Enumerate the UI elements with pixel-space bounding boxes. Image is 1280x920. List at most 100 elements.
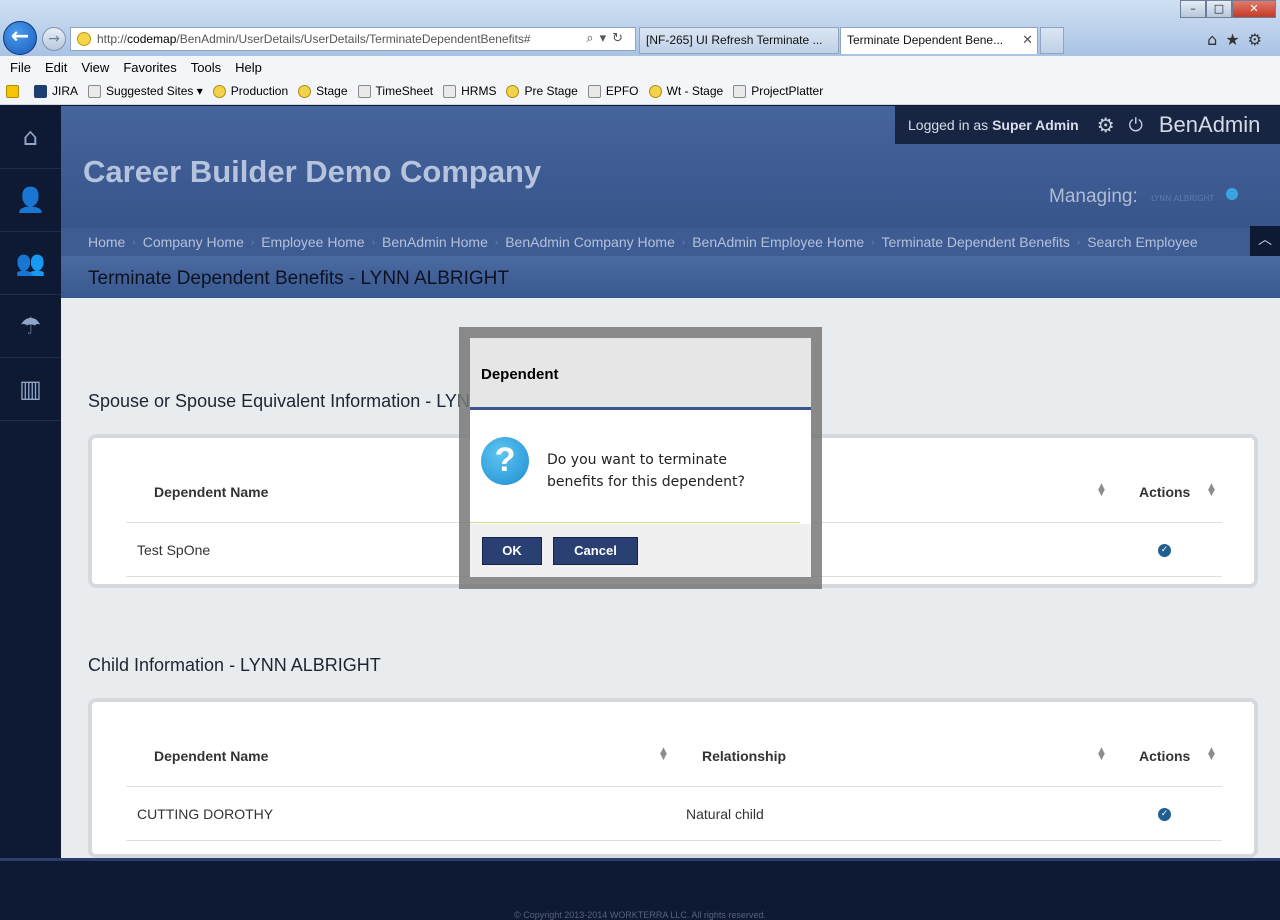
copyright: © Copyright 2013-2014 WORKTERRA LLC. All… — [514, 910, 766, 920]
breadcrumb-company-home[interactable]: Company Home — [143, 234, 244, 250]
tab-terminate-dependent[interactable]: Terminate Dependent Bene... ✕ — [840, 27, 1038, 54]
home-icon[interactable]: ⌂ — [1207, 30, 1225, 49]
footer: © Copyright 2013-2014 WORKTERRA LLC. All… — [0, 858, 1280, 920]
page-title-bar: Terminate Dependent Benefits - LYNN ALBR… — [61, 256, 1280, 298]
question-icon: ? — [481, 437, 529, 485]
breadcrumb-separator: › — [371, 236, 376, 248]
site-icon — [212, 84, 226, 98]
breadcrumb: Home › Company Home › Employee Home › BenAd… — [61, 228, 1250, 256]
sort-icon[interactable]: ▲ ▼ — [1208, 747, 1215, 762]
star-icon[interactable]: ★ — [1225, 30, 1247, 49]
maximize-button[interactable]: □ — [1206, 0, 1232, 18]
terminate-check-icon[interactable]: ✓ — [1158, 544, 1171, 557]
menu-file[interactable]: File — [10, 60, 31, 75]
relationship-cell: Natural child — [686, 806, 764, 822]
window-controls: – □ ✕ — [1180, 0, 1276, 18]
favorites-star[interactable] — [6, 84, 24, 98]
new-tab-button[interactable] — [1040, 27, 1064, 54]
ok-button[interactable]: OK — [482, 537, 542, 565]
breadcrumb-employee-home[interactable]: Employee Home — [261, 234, 365, 250]
minimize-button[interactable]: – — [1180, 0, 1206, 18]
sort-icon[interactable]: ▲ ▼ — [1098, 747, 1105, 762]
nav-home[interactable]: ⌂ — [0, 106, 61, 169]
col-actions[interactable]: Actions — [1139, 748, 1190, 764]
fav-wt-stage[interactable]: Wt - Stage — [648, 84, 723, 98]
fav-epfo[interactable]: EPFO — [587, 84, 639, 98]
fav-stage[interactable]: Stage — [298, 84, 348, 98]
menu-edit[interactable]: Edit — [45, 60, 67, 75]
gear-icon[interactable]: ⚙ — [1248, 30, 1270, 49]
sort-icon[interactable]: ▲ ▼ — [1098, 483, 1105, 498]
fav-production[interactable]: Production — [212, 84, 288, 98]
power-icon[interactable]: ⏻ — [1129, 115, 1143, 136]
sort-icon[interactable]: ▲ ▼ — [1208, 483, 1215, 498]
breadcrumb-separator: › — [1076, 236, 1081, 248]
address-url[interactable]: http://codemap/BenAdmin/UserDetails/User… — [97, 32, 531, 46]
fav-hrms[interactable]: HRMS — [443, 84, 496, 98]
back-button[interactable]: ← — [3, 21, 37, 55]
breadcrumb-separator: › — [494, 236, 499, 248]
address-bar[interactable]: http://codemap/BenAdmin/UserDetails/User… — [70, 27, 636, 51]
dialog-title: Dependent — [481, 366, 559, 383]
forward-button[interactable]: → — [42, 27, 66, 51]
breadcrumb-terminate-dependent-benefits[interactable]: Terminate Dependent Benefits — [882, 234, 1070, 250]
menu-tools[interactable]: Tools — [191, 60, 221, 75]
breadcrumb-benadmin-employee-home[interactable]: BenAdmin Employee Home — [692, 234, 864, 250]
page-icon — [357, 84, 371, 98]
page-title: Terminate Dependent Benefits - LYNN ALBR… — [88, 268, 510, 289]
window-close-button[interactable]: ✕ — [1232, 0, 1276, 18]
sort-icon[interactable]: ▲ ▼ — [660, 747, 667, 762]
dialog-header: Dependent — [470, 338, 811, 410]
page-icon — [587, 84, 601, 98]
col-dependent-name[interactable]: Dependent Name — [154, 748, 268, 764]
nav-employees[interactable]: 👥 — [0, 232, 61, 295]
fav-jira[interactable]: JIRA — [34, 84, 78, 98]
col-dependent-name[interactable]: Dependent Name — [154, 484, 268, 500]
jira-icon — [34, 84, 47, 98]
chart-icon: ▥ — [19, 375, 42, 403]
benefits-icon: ☂ — [19, 312, 42, 340]
terminate-check-icon[interactable]: ✓ — [1158, 808, 1171, 821]
cancel-button[interactable]: Cancel — [553, 537, 638, 565]
breadcrumb-separator: › — [250, 236, 255, 248]
breadcrumb-home[interactable]: Home — [88, 234, 125, 250]
menu-view[interactable]: View — [81, 60, 109, 75]
tab-label: Terminate Dependent Bene... — [847, 33, 1004, 47]
nav-benefits[interactable]: ☂ — [0, 295, 61, 358]
close-icon[interactable]: ✕ — [1022, 32, 1033, 48]
login-user[interactable]: Super Admin — [992, 117, 1079, 133]
company-name: Career Builder Demo Company — [83, 154, 542, 189]
fav-pre-stage[interactable]: Pre Stage — [506, 84, 578, 98]
users-icon: 👥 — [15, 249, 46, 277]
tab-jira[interactable]: [NF-265] UI Refresh Terminate ... — [639, 27, 839, 54]
menu-favorites[interactable]: Favorites — [123, 60, 176, 75]
dependent-name-cell: CUTTING DOROTHY — [137, 806, 274, 822]
breadcrumb-separator: › — [681, 236, 686, 248]
managing-value: LYNN ALBRIGHT — [1151, 194, 1215, 203]
gear-icon[interactable]: ⚙ — [1097, 113, 1115, 137]
col-actions[interactable]: Actions — [1139, 484, 1190, 500]
managing-label: Managing: — [1049, 186, 1138, 207]
fav-timesheet[interactable]: TimeSheet — [357, 84, 433, 98]
row-divider — [126, 840, 1222, 841]
app-name: BenAdmin — [1158, 112, 1261, 137]
breadcrumb-benadmin-company-home[interactable]: BenAdmin Company Home — [505, 234, 675, 250]
menu-help[interactable]: Help — [235, 60, 262, 75]
page-icon — [88, 84, 102, 98]
nav-employee[interactable]: 👤 — [0, 169, 61, 232]
login-box: Logged in as Super Admin ⚙ ⏻ BenAdmin — [895, 106, 1280, 144]
collapse-header-button[interactable]: ︿ — [1250, 226, 1280, 256]
fav-projectplatter[interactable]: ProjectPlatter — [733, 84, 823, 98]
browser-icons: ⌂★⚙ — [1207, 30, 1270, 49]
fav-suggested-sites[interactable]: Suggested Sites ▾ — [88, 84, 203, 98]
dependent-name-cell: Test SpOne — [137, 542, 211, 558]
nav-reports[interactable]: ▥ — [0, 358, 61, 421]
left-nav: ⌂ 👤 👥 ☂ ▥ — [0, 106, 61, 858]
address-actions[interactable]: ⌕▾↻ — [586, 31, 629, 46]
breadcrumb-search-employee[interactable]: Search Employee — [1087, 234, 1198, 250]
managing-status-icon — [1226, 188, 1238, 200]
breadcrumb-benadmin-home[interactable]: BenAdmin Home — [382, 234, 488, 250]
col-relationship[interactable]: Relationship — [702, 748, 786, 764]
site-icon — [77, 32, 91, 46]
dialog-message: Do you want to terminate benefits for th… — [547, 452, 745, 490]
